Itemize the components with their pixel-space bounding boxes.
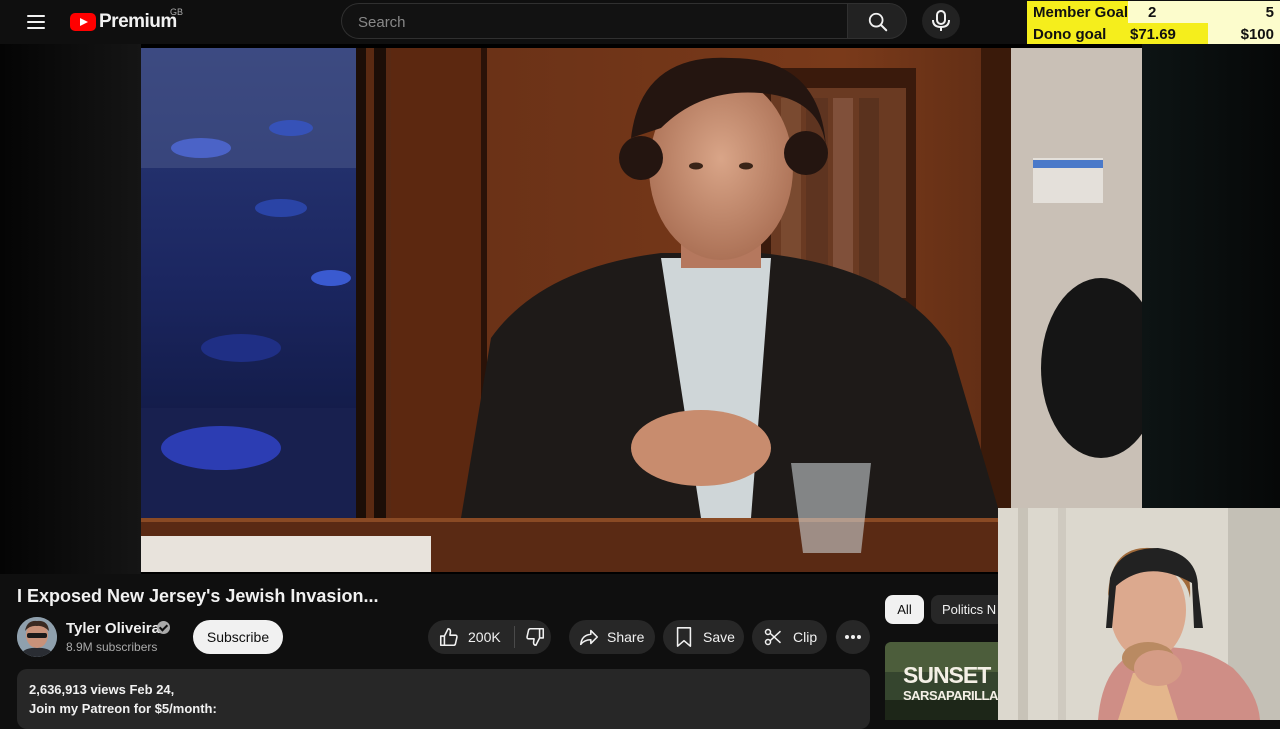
webcam-image (998, 508, 1280, 720)
chip-politics[interactable]: Politics N (931, 595, 1001, 624)
share-button[interactable]: Share (569, 620, 655, 654)
more-horizontal-icon (845, 635, 861, 639)
dono-goal-target: $100 (1240, 26, 1274, 43)
video-frame[interactable] (141, 48, 1142, 572)
verified-badge-icon (157, 621, 170, 634)
more-actions-button[interactable] (836, 620, 870, 654)
member-goal-label: Member Goal (1033, 4, 1129, 21)
chip-all[interactable]: All (885, 595, 924, 624)
stream-goals-overlay: Member Goal 2 5 Dono goal $71.69 $100 (1027, 0, 1280, 45)
member-goal-current: 2 (1148, 4, 1157, 21)
youtube-play-icon (70, 13, 96, 31)
view-count-date: 2,636,913 views Feb 24, (29, 682, 175, 697)
member-goal-row: Member Goal 2 5 (1027, 1, 1280, 23)
member-goal-target: 5 (1265, 4, 1274, 21)
share-label: Share (607, 629, 645, 645)
like-count: 200K (468, 629, 501, 645)
save-button[interactable]: Save (663, 620, 744, 654)
channel-avatar[interactable] (17, 617, 57, 657)
clip-button[interactable]: Clip (752, 620, 827, 654)
thumbnail-title-line-1: SUNSET (903, 662, 991, 688)
video-scene (141, 48, 1142, 572)
hamburger-menu-icon[interactable] (22, 10, 50, 34)
region-code: GB (170, 7, 184, 17)
video-player[interactable] (0, 44, 1280, 574)
subscriber-count: 8.9M subscribers (66, 640, 158, 654)
voice-search-button[interactable] (922, 3, 960, 39)
channel-name[interactable]: Tyler Oliveira (66, 620, 160, 637)
dono-goal-label: Dono goal (1033, 26, 1107, 43)
save-label: Save (703, 629, 735, 645)
thumbnail-title-line-2: SARSAPARILLA (903, 688, 998, 703)
streamer-webcam (998, 508, 1280, 720)
search-button[interactable] (847, 3, 907, 39)
bookmark-icon (676, 627, 692, 647)
thumbs-down-icon (526, 627, 545, 647)
scissors-icon (764, 628, 782, 646)
dono-goal-current: $71.69 (1130, 26, 1176, 43)
recommended-video-thumbnail[interactable]: SUNSET SARSAPARILLA (885, 642, 998, 720)
like-button[interactable]: 200K (428, 620, 514, 654)
description-line-1: Join my Patreon for $5/month: (29, 701, 217, 716)
logo-text: Premium (99, 11, 177, 32)
dislike-button[interactable] (515, 620, 546, 654)
search-box (341, 3, 847, 40)
player-letterbox-left (0, 44, 141, 574)
search-input[interactable] (356, 4, 840, 40)
avatar-image (17, 617, 57, 657)
subscribe-button[interactable]: Subscribe (193, 620, 283, 654)
like-dislike-group: 200K (428, 620, 551, 654)
share-icon (579, 629, 599, 646)
youtube-premium-logo[interactable]: Premium GB (70, 7, 183, 35)
description-box[interactable]: 2,636,913 views Feb 24, Join my Patreon … (17, 669, 870, 729)
search-icon (868, 12, 888, 32)
player-letterbox-right (1142, 44, 1280, 574)
dono-goal-row: Dono goal $71.69 $100 (1027, 23, 1280, 45)
microphone-icon (932, 10, 950, 31)
clip-label: Clip (793, 629, 818, 645)
video-title: I Exposed New Jersey's Jewish Invasion..… (17, 586, 379, 606)
thumbs-up-icon (439, 627, 458, 647)
